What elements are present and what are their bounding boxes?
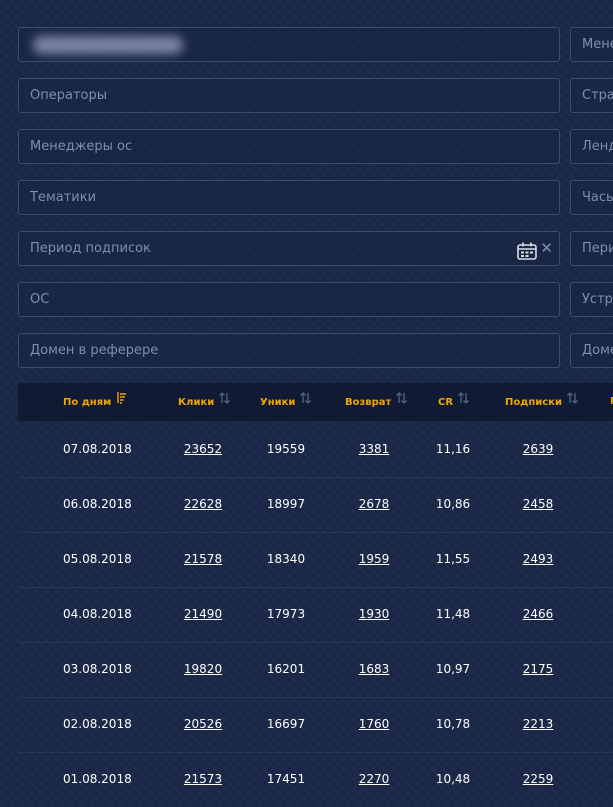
managers-filter[interactable]: Менеджеры ос [18,129,560,164]
subscriptions-link[interactable]: 2639 [503,422,573,477]
clicks-link[interactable]: 22628 [168,477,238,532]
domains-filter[interactable]: Домены [570,333,613,368]
table-row: 01.08.2018 21573 17451 2270 10,48 2259 [18,752,613,807]
clicks-header-label: Клики [178,397,215,408]
clicks-link[interactable]: 19820 [168,642,238,697]
cr-cell: 10,48 [435,772,471,786]
returns-link[interactable]: 1959 [339,532,409,587]
devices-placeholder: Устройства [582,292,613,307]
filter-blurred-field[interactable] [18,27,560,62]
table-row: 07.08.2018 23652 19559 3381 11,16 2639 [18,422,613,477]
cr-cell: 11,48 [435,607,471,621]
cr-cell: 10,97 [435,662,471,676]
table-row: 04.08.2018 21490 17973 1930 11,48 2466 [18,587,613,642]
returns-link[interactable]: 1930 [339,587,409,642]
managers-right-filter[interactable]: Менеджеры [570,27,613,62]
managers-placeholder: Менеджеры ос [30,139,133,154]
clicks-header[interactable]: Клики [178,383,231,421]
redacted-value [33,36,183,54]
sort-icon[interactable] [566,383,578,421]
clicks-link[interactable]: 20526 [168,697,238,752]
period-filter[interactable]: Период [570,231,613,266]
date-cell: 03.08.2018 [63,662,132,676]
uniques-cell: 17973 [266,607,306,621]
landings-placeholder: Лендинги [582,139,613,154]
topics-placeholder: Тематики [30,190,97,205]
hours-filter[interactable]: Часы [570,180,613,215]
cr-header-label: CR [438,397,454,408]
uniques-cell: 16697 [266,717,306,731]
sort-desc-icon[interactable] [116,383,127,421]
date-cell: 06.08.2018 [63,497,132,511]
date-cell: 05.08.2018 [63,552,132,566]
topics-filter[interactable]: Тематики [18,180,560,215]
sort-by-date-header[interactable]: По дням [63,383,127,421]
returns-header-label: Возврат [345,397,392,408]
uniques-cell: 16201 [266,662,306,676]
returns-header[interactable]: Возврат [345,383,408,421]
period-placeholder: Период [582,241,613,256]
sort-icon[interactable] [458,383,470,421]
landings-filter[interactable]: Лендинги [570,129,613,164]
referer-domain-placeholder: Домен в реферере [30,343,159,358]
date-cell: 04.08.2018 [63,607,132,621]
clicks-link[interactable]: 21490 [168,587,238,642]
table-row: 03.08.2018 19820 16201 1683 10,97 2175 [18,642,613,697]
referer-domain-filter[interactable]: Домен в реферере [18,333,560,368]
devices-filter[interactable]: Устройства [570,282,613,317]
cr-cell: 10,86 [435,497,471,511]
uniques-cell: 19559 [266,442,306,456]
clicks-link[interactable]: 23652 [168,422,238,477]
hours-placeholder: Часы [582,190,613,205]
subscriptions-link[interactable]: 2259 [503,752,573,807]
date-header-label: По дням [63,397,112,408]
countries-filter[interactable]: Страны [570,78,613,113]
os-filter[interactable]: ОС [18,282,560,317]
uniques-cell: 18340 [266,552,306,566]
table-row: 05.08.2018 21578 18340 1959 11,55 2493 [18,532,613,587]
calendar-icon[interactable] [517,240,537,265]
date-cell: 07.08.2018 [63,442,132,456]
uniques-header[interactable]: Уники [260,383,312,421]
returns-link[interactable]: 2678 [339,477,409,532]
table-row: 02.08.2018 20526 16697 1760 10,78 2213 [18,697,613,752]
os-placeholder: ОС [30,292,50,307]
subscriptions-header-label: Подписки [505,397,562,408]
clicks-link[interactable]: 21573 [168,752,238,807]
cr-cell: 11,16 [435,442,471,456]
date-cell: 02.08.2018 [63,717,132,731]
returns-link[interactable]: 1683 [339,642,409,697]
clicks-link[interactable]: 21578 [168,532,238,587]
cr-header[interactable]: CR [438,383,470,421]
subscriptions-link[interactable]: 2466 [503,587,573,642]
operators-placeholder: Операторы [30,88,107,103]
close-icon[interactable]: ✕ [540,232,553,265]
date-cell: 01.08.2018 [63,772,132,786]
uniques-cell: 17451 [266,772,306,786]
table-row: 06.08.2018 22628 18997 2678 10,86 2458 [18,477,613,532]
uniques-cell: 18997 [266,497,306,511]
subscriptions-link[interactable]: 2175 [503,642,573,697]
cr-cell: 11,55 [435,552,471,566]
operators-filter[interactable]: Операторы [18,78,560,113]
countries-placeholder: Страны [582,88,613,103]
domains-placeholder: Домены [582,343,613,358]
uniques-header-label: Уники [260,397,296,408]
returns-link[interactable]: 3381 [339,422,409,477]
sort-icon[interactable] [219,383,231,421]
returns-link[interactable]: 2270 [339,752,409,807]
managers-right-placeholder: Менеджеры [582,37,613,52]
table-header: По дням Клики Уники Возврат CR Подписки … [18,383,613,421]
subscription-period-filter[interactable]: Период подписок ✕ [18,231,560,266]
sort-icon[interactable] [396,383,408,421]
cr-cell: 10,78 [435,717,471,731]
subscription-period-placeholder: Период подписок [30,241,151,256]
sort-icon[interactable] [300,383,312,421]
subscriptions-header[interactable]: Подписки [505,383,578,421]
returns-link[interactable]: 1760 [339,697,409,752]
subscriptions-link[interactable]: 2213 [503,697,573,752]
subscriptions-link[interactable]: 2458 [503,477,573,532]
subscriptions-link[interactable]: 2493 [503,532,573,587]
